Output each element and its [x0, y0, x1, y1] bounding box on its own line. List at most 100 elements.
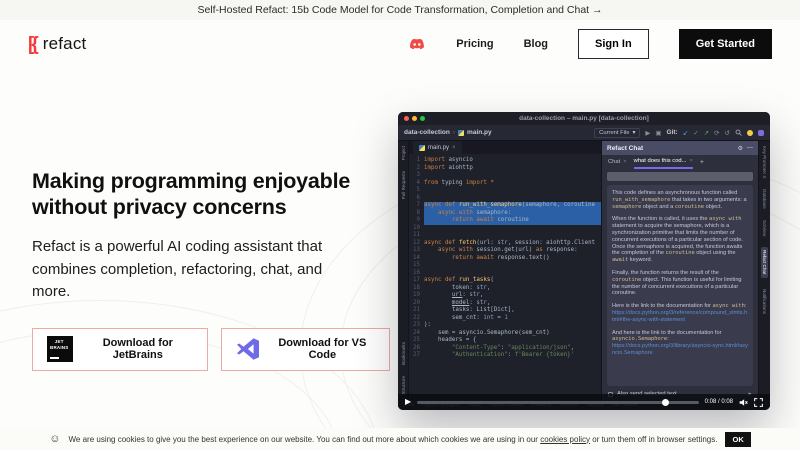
git-update-icon[interactable]: ↙ [683, 129, 688, 137]
cookies-policy-link[interactable]: cookies policy [540, 435, 590, 444]
chevron-down-icon: ▾ [632, 130, 635, 136]
code-text [424, 195, 601, 203]
maximize-window-icon[interactable] [420, 116, 425, 121]
code-line: 5 [409, 187, 601, 195]
line-number: 7 [409, 202, 424, 210]
breadcrumb-file[interactable]: main.py [467, 129, 492, 136]
line-number: 5 [409, 187, 424, 195]
fullscreen-icon[interactable] [754, 398, 763, 407]
page-title-line1: Making programming enjoyable [32, 168, 390, 194]
code-line: 8 async with semaphore: [409, 210, 601, 218]
line-number: 10 [409, 225, 424, 233]
tool-window-button[interactable]: Bookmarks [401, 342, 406, 365]
chat-paragraph: This code defines an asynchronous functi… [612, 190, 748, 210]
editor-pane: main.py × 1import asyncio2import aiohttp… [409, 141, 601, 400]
download-buttons: JETBRAINS Download for JetBrains Downloa… [32, 328, 390, 371]
code-line: 23): [409, 322, 601, 330]
play-icon[interactable]: ▶ [405, 398, 411, 406]
logo-bracket-icon: [{ [28, 35, 36, 54]
line-number: 6 [409, 195, 424, 203]
video-progress-knob[interactable] [662, 399, 669, 406]
hero-section: Making programming enjoyable without pri… [32, 168, 390, 371]
ide-titlebar: data-collection – main.py [data-collecti… [398, 112, 770, 125]
run-icon[interactable]: ▶ [645, 129, 650, 137]
close-tab-icon[interactable]: × [690, 158, 693, 164]
ide-toolbar: data-collection › main.py Current File ▾… [398, 125, 770, 141]
run-configuration-select[interactable]: Current File ▾ [594, 128, 640, 138]
discord-icon[interactable] [408, 37, 426, 51]
search-icon[interactable] [735, 129, 742, 136]
download-vscode-button[interactable]: Download for VS Code [221, 328, 390, 371]
code-line: 1import asyncio [409, 157, 601, 165]
cookie-text: We are using cookies to give you the bes… [69, 435, 718, 444]
undo-icon[interactable]: ↺ [725, 129, 730, 137]
chat-message-area[interactable]: This code defines an asynchronous functi… [607, 185, 753, 386]
line-number: 27 [409, 352, 424, 360]
code-line: 14 return await response.text() [409, 255, 601, 263]
announcement-banner[interactable]: Self-Hosted Refact: 15b Code Model for C… [0, 0, 800, 20]
tool-window-button[interactable]: Key Promoter X [762, 146, 767, 178]
video-progress-bar[interactable] [417, 401, 698, 404]
editor-tab-mainpy[interactable]: main.py × [413, 141, 462, 154]
code-line: 12async def fetch(url: str, session: aio… [409, 240, 601, 248]
documentation-link[interactable]: https://docs.python.org/3/reference/comp… [612, 310, 748, 324]
get-started-button[interactable]: Get Started [679, 29, 772, 59]
chat-question-input[interactable] [607, 172, 753, 181]
hide-panel-icon[interactable]: — [747, 145, 753, 152]
code-line: 16 [409, 270, 601, 278]
python-file-icon [458, 130, 464, 136]
minimize-window-icon[interactable] [412, 116, 417, 121]
gear-icon[interactable]: ⚙ [738, 145, 743, 152]
documentation-link[interactable]: https://docs.python.org/3/library/asynci… [612, 343, 748, 357]
tool-window-button[interactable]: Refact Chat [761, 247, 768, 277]
page-title: Making programming enjoyable without pri… [32, 168, 390, 220]
announcement-text[interactable]: Self-Hosted Refact: 15b Code Model for C… [197, 4, 602, 16]
vscode-logo-icon [236, 337, 260, 361]
cookie-ok-button[interactable]: OK [725, 432, 750, 447]
breadcrumb[interactable]: data-collection › main.py [404, 129, 492, 136]
git-push-icon[interactable]: ↗ [704, 129, 709, 137]
close-window-icon[interactable] [404, 116, 409, 121]
mute-icon[interactable] [739, 398, 748, 407]
tool-window-button[interactable]: Pull Requests [401, 171, 406, 199]
debug-icon[interactable]: ▣ [655, 129, 661, 137]
close-tab-icon[interactable]: × [623, 159, 626, 165]
download-jetbrains-label: Download for JetBrains [83, 337, 193, 361]
editor-tab-label: main.py [428, 145, 449, 151]
line-number: 23 [409, 322, 424, 330]
avatar[interactable] [747, 130, 753, 136]
nav-link-pricing[interactable]: Pricing [456, 38, 493, 50]
tool-window-button[interactable]: Notifications [762, 289, 767, 314]
close-tab-icon[interactable]: × [452, 145, 456, 151]
line-number: 14 [409, 255, 424, 263]
header-nav: Pricing Blog Sign In Get Started [408, 29, 772, 59]
page-title-line2: without privacy concerns [32, 194, 390, 220]
line-number: 12 [409, 240, 424, 248]
nav-link-blog[interactable]: Blog [524, 38, 548, 50]
git-commit-icon[interactable]: ✓ [693, 129, 698, 137]
code-line: 17async def run_tasks( [409, 277, 601, 285]
plugin-icon[interactable] [758, 130, 764, 136]
code-text: headers = { [424, 337, 601, 345]
logo[interactable]: [{ refact [28, 34, 86, 54]
ide-demo-video[interactable]: data-collection – main.py [data-collecti… [398, 112, 770, 410]
download-jetbrains-button[interactable]: JETBRAINS Download for JetBrains [32, 328, 208, 371]
tool-window-button[interactable]: SciView [762, 220, 767, 236]
video-time: 0:08 / 0:08 [705, 399, 733, 405]
tool-window-button[interactable]: Project [401, 146, 406, 160]
code-lines[interactable]: 1import asyncio2import aiohttp3 4from ty… [409, 154, 601, 400]
code-text: token: str, [424, 285, 601, 293]
history-icon[interactable]: ⟳ [714, 129, 719, 137]
chat-tab-question[interactable]: what does this cod... × [634, 155, 693, 169]
code-text [424, 232, 601, 240]
sign-in-button[interactable]: Sign In [578, 29, 649, 59]
code-text: async with session.get(url) as response: [424, 247, 601, 255]
new-chat-tab-icon[interactable]: + [700, 159, 704, 166]
line-number: 15 [409, 262, 424, 270]
breadcrumb-project[interactable]: data-collection [404, 129, 450, 136]
chat-tab-chat[interactable]: Chat × [608, 155, 627, 169]
tool-window-button[interactable]: Database [762, 189, 767, 209]
right-tool-stripe: Key Promoter X Database SciView Refact Chat… [758, 141, 770, 400]
tool-window-button[interactable]: Structure [401, 376, 406, 395]
chat-tab-label: what does this cod... [634, 158, 687, 164]
